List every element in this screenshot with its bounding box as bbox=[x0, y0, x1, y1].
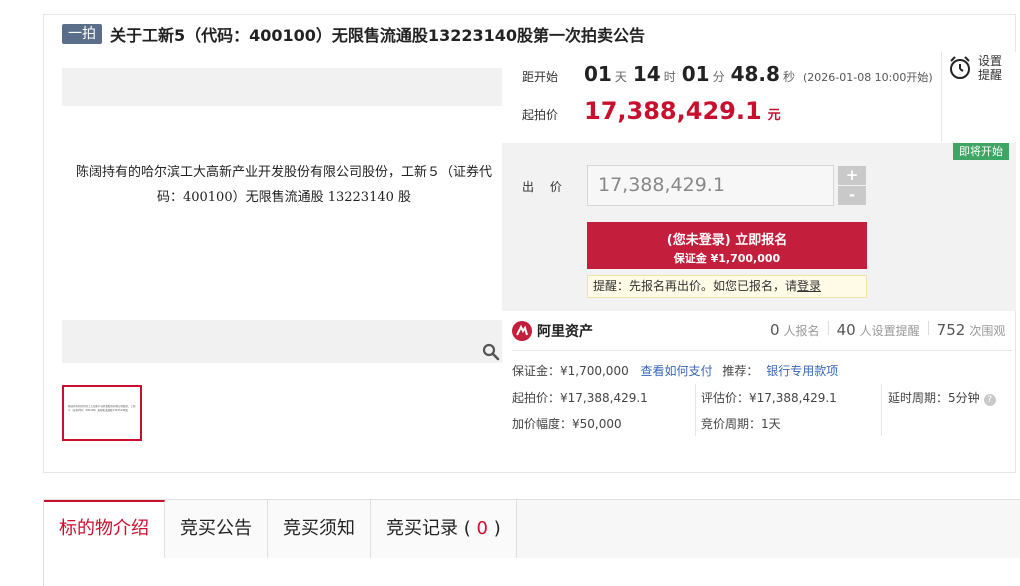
stat-reminders-count: 40 bbox=[836, 321, 856, 339]
tab-notice[interactable]: 竞买须知 bbox=[268, 500, 371, 558]
signup-button[interactable]: (您未登录) 立即报名 保证金 ¥1,700,000 bbox=[587, 222, 867, 269]
auction-stats: 0 人报名 40 人设置提醒 752 次围观 bbox=[770, 321, 1005, 339]
start-price: 起拍价 17,388,429.1 元 bbox=[522, 97, 781, 125]
start-price-detail: 起拍价：¥17,388,429.1 bbox=[512, 391, 648, 405]
status-badge: 即将开始 bbox=[953, 143, 1009, 160]
document-text: 陈阔持有的哈尔滨工大高新产业开发股份有限公司股份，工新５（证券代码：400100… bbox=[75, 165, 492, 205]
login-tip: 提醒：先报名再出价。如您已报名，请登录 bbox=[587, 275, 867, 298]
countdown-days: 01 bbox=[584, 62, 612, 86]
delay-period-text: 延时周期：5分钟 bbox=[888, 391, 980, 405]
tip-text: 提醒：先报名再出价。如您已报名，请 bbox=[593, 279, 798, 293]
title-row: 一拍 关于工新5（代码：400100）无限售流通股13223140股第一次拍卖公… bbox=[62, 24, 645, 45]
tab-bid-records-label: 竞买记录 bbox=[386, 518, 458, 539]
round-badge: 一拍 bbox=[62, 24, 102, 44]
start-price-label: 起拍价 bbox=[522, 108, 559, 122]
tab-content bbox=[43, 558, 1020, 586]
help-icon[interactable]: ? bbox=[983, 394, 996, 406]
bid-label: 出 价 bbox=[522, 180, 568, 194]
stat-views-label: 次围观 bbox=[969, 324, 1006, 338]
decrease-bid-button[interactable]: - bbox=[838, 186, 866, 205]
thumbnail-text: 陈阔持有的哈尔滨工大高新产业开发股份有限公司股份，工新５（证券代码：400100… bbox=[68, 405, 136, 412]
countdown-label: 距开始 bbox=[522, 70, 559, 84]
stat-reminders-label: 人设置提醒 bbox=[859, 324, 920, 338]
delay-period: 延时周期：5分钟? bbox=[888, 389, 996, 406]
bid-records-count: 0 bbox=[476, 518, 488, 539]
tab-open-paren: ( bbox=[463, 518, 471, 539]
countdown-seconds: 48.8 bbox=[730, 62, 780, 86]
deposit-text: 保证金：¥1,700,000 bbox=[512, 364, 629, 378]
increase-bid-button[interactable]: + bbox=[838, 166, 866, 185]
countdown-minutes: 01 bbox=[681, 62, 710, 86]
stat-divider bbox=[927, 321, 929, 335]
reminder-line1: 设置 bbox=[978, 54, 1003, 68]
divider bbox=[941, 52, 942, 142]
stat-signups-count: 0 bbox=[770, 321, 780, 339]
cycle-detail: 竞价周期：1天 bbox=[701, 417, 781, 431]
tab-item-intro[interactable]: 标的物介绍 bbox=[44, 500, 165, 558]
ali-assets-logo-icon bbox=[512, 321, 532, 341]
tab-close-paren: ) bbox=[493, 518, 501, 539]
divider bbox=[512, 350, 1012, 351]
detail-tabs: 标的物介绍 竞买公告 竞买须知 竞买记录 ( 0 ) bbox=[43, 499, 1020, 559]
start-time: (2026-01-08 10:00开始) bbox=[802, 71, 933, 84]
stat-divider bbox=[827, 321, 829, 335]
countdown-seconds-unit: 秒 bbox=[782, 70, 795, 84]
image-band-bottom bbox=[62, 320, 502, 363]
start-price-unit: 元 bbox=[767, 108, 781, 123]
countdown-days-unit: 天 bbox=[614, 70, 627, 84]
page-title: 关于工新5（代码：400100）无限售流通股13223140股第一次拍卖公告 bbox=[110, 26, 645, 45]
recommend-label: 推荐： bbox=[722, 364, 759, 378]
stat-signups-label: 人报名 bbox=[783, 324, 820, 338]
tab-bid-records[interactable]: 竞买记录 ( 0 ) bbox=[371, 500, 517, 558]
bank-funds-link[interactable]: 银行专用款项 bbox=[766, 364, 838, 378]
login-link[interactable]: 登录 bbox=[797, 279, 821, 293]
start-price-value: 17,388,429.1 bbox=[584, 97, 762, 125]
deposit-info: 保证金：¥1,700,000 查看如何支付 推荐： 银行专用款项 bbox=[512, 362, 838, 379]
reminder-label: 设置 提醒 bbox=[978, 54, 1004, 82]
set-reminder-button[interactable]: 设置 提醒 bbox=[948, 54, 1004, 82]
increment-detail: 加价幅度：¥50,000 bbox=[512, 417, 622, 431]
magnifier-icon[interactable] bbox=[482, 343, 500, 361]
countdown-hours: 14 bbox=[632, 62, 661, 86]
eval-price-detail: 评估价：¥17,388,429.1 bbox=[701, 391, 837, 405]
divider bbox=[881, 384, 882, 436]
reminder-line2: 提醒 bbox=[978, 68, 1003, 82]
image-band-top bbox=[62, 68, 502, 106]
bid-input[interactable]: 17,388,429.1 bbox=[587, 165, 834, 206]
platform-name: 阿里资产 bbox=[537, 324, 593, 340]
alarm-clock-icon bbox=[950, 56, 970, 79]
signup-deposit: 保证金 ¥1,700,000 bbox=[673, 252, 781, 265]
main-image[interactable]: 陈阔持有的哈尔滨工大高新产业开发股份有限公司股份，工新５（证券代码：400100… bbox=[62, 68, 502, 363]
tab-announcement[interactable]: 竞买公告 bbox=[165, 500, 268, 558]
divider bbox=[695, 384, 696, 436]
how-to-pay-link[interactable]: 查看如何支付 bbox=[641, 364, 713, 378]
signup-label: (您未登录) 立即报名 bbox=[666, 233, 788, 248]
stat-views-count: 752 bbox=[936, 321, 966, 339]
countdown: 距开始 01 天 14 时 01 分 48.8 秒 (2026-01-08 10… bbox=[522, 62, 933, 86]
countdown-minutes-unit: 分 bbox=[712, 70, 725, 84]
countdown-hours-unit: 时 bbox=[663, 70, 676, 84]
thumbnail-1[interactable]: 陈阔持有的哈尔滨工大高新产业开发股份有限公司股份，工新５（证券代码：400100… bbox=[62, 385, 142, 441]
